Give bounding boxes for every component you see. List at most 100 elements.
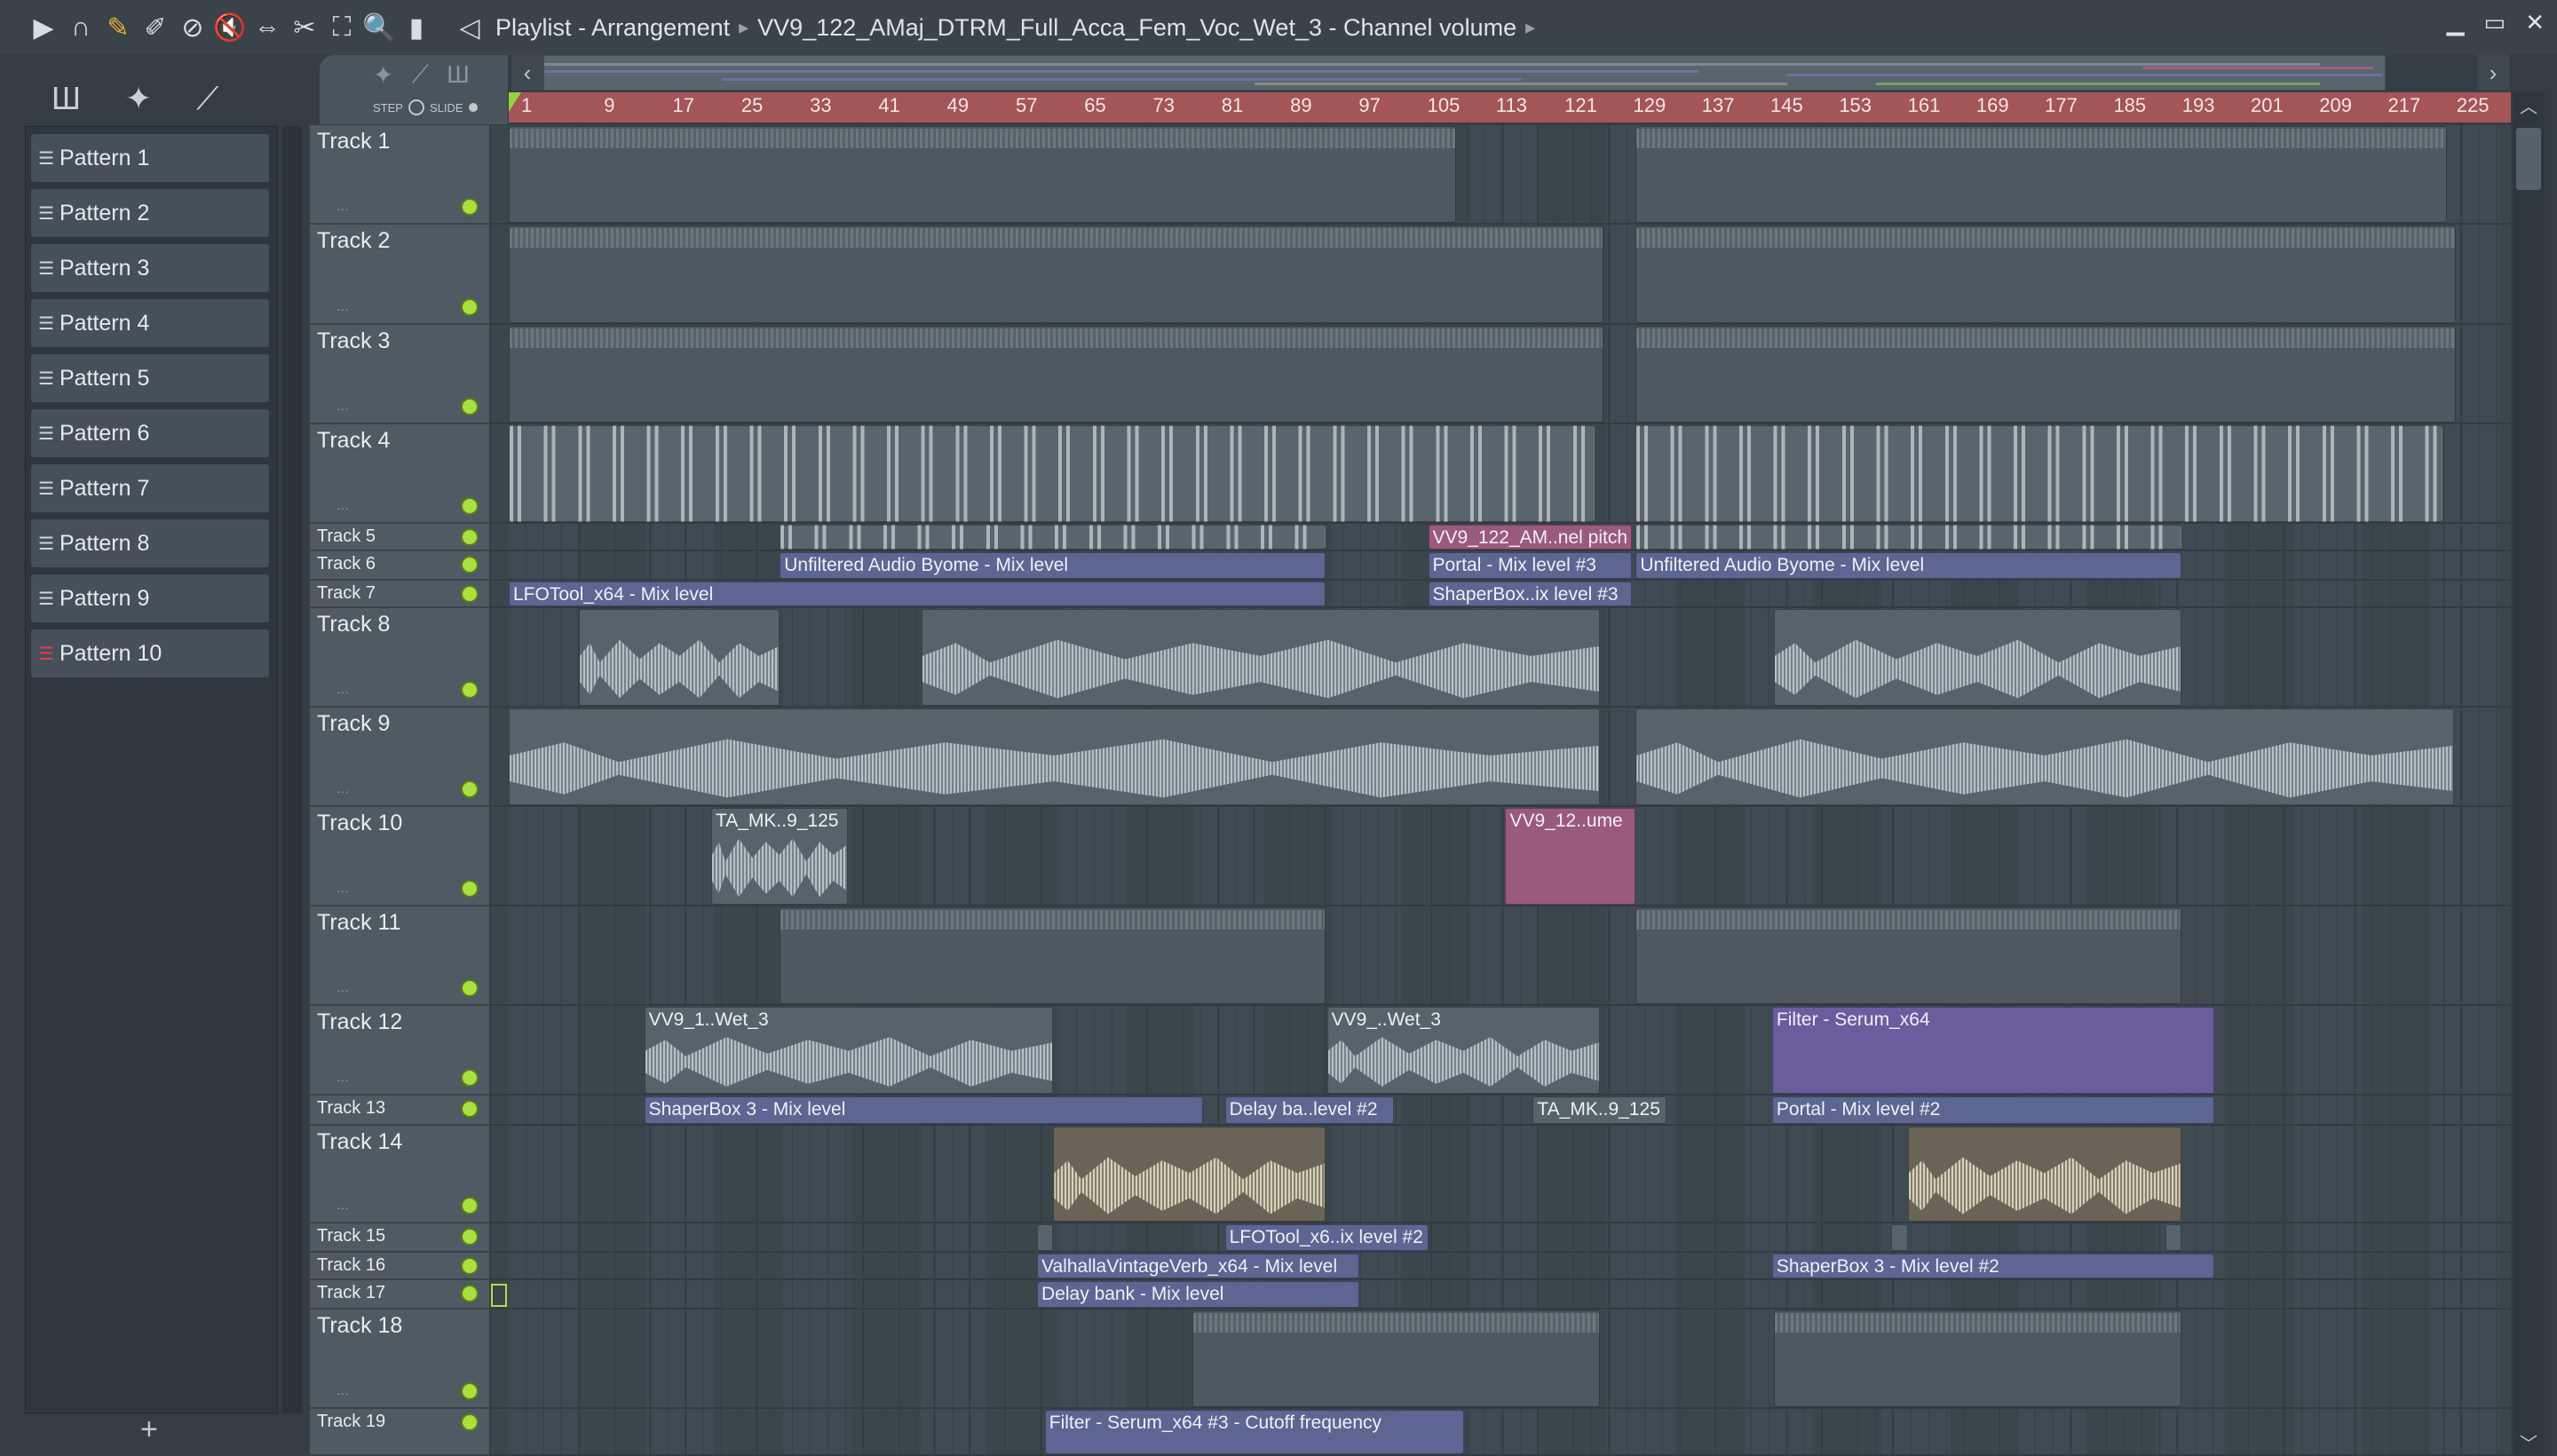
track-header[interactable]: Track 4 ··· [310, 424, 489, 524]
pattern-list-scrollbar[interactable] [282, 126, 302, 1413]
track-lane[interactable] [491, 608, 2511, 708]
track-mute-led[interactable] [461, 880, 479, 898]
slip-icon[interactable]: ⇔ [250, 10, 284, 45]
automation-clip[interactable]: VV9_12..ume [1505, 808, 1636, 905]
track-header[interactable]: Track 17 [310, 1280, 489, 1310]
track-lane[interactable] [491, 906, 2511, 1006]
scrollbar-thumb[interactable] [2516, 128, 2541, 190]
track-header[interactable]: Track 11 ··· [310, 906, 489, 1006]
audio-clip[interactable] [1635, 708, 2454, 805]
automation-clip[interactable]: VV9_122_AM..nel pitch [1428, 525, 1633, 550]
track-mute-led[interactable] [461, 1197, 479, 1215]
track-header[interactable]: Track 13 [310, 1096, 489, 1126]
pattern-item[interactable]: ☰ Pattern 10 [31, 629, 269, 677]
pencil-draw-icon[interactable]: ✎ [101, 10, 135, 45]
breadcrumb-target[interactable]: VV9_122_AMaj_DTRM_Full_Acca_Fem_Voc_Wet_… [757, 14, 1516, 42]
audio-clip[interactable] [2165, 1224, 2181, 1251]
minimize-button[interactable]: ▁ [2447, 9, 2465, 36]
pattern-item[interactable]: ☰ Pattern 6 [31, 409, 269, 457]
track-header[interactable]: Track 6 [310, 551, 489, 581]
automation-clip[interactable]: ShaperBox..ix level #3 [1428, 582, 1633, 606]
pattern-clip[interactable] [1635, 425, 2443, 522]
scroll-left-button[interactable]: ‹ [511, 55, 543, 91]
track-lane[interactable] [491, 424, 2511, 524]
playback-icon[interactable]: ▮ [400, 10, 433, 45]
track-header[interactable]: Track 2 ··· [310, 225, 489, 325]
mute-icon[interactable]: 🔇 [213, 10, 247, 45]
track-lane[interactable]: LFOTool_x64 - Mix level ShaperBox..ix lev… [491, 581, 2511, 608]
track-header[interactable]: Track 16 [310, 1253, 489, 1280]
select-icon[interactable]: ⛶ [325, 10, 359, 45]
track-lane[interactable] [491, 125, 2511, 225]
automation-clip[interactable]: ShaperBox 3 - Mix level #2 [1771, 1254, 2215, 1278]
track-header[interactable]: Track 15 [310, 1223, 489, 1253]
automation-icon[interactable]: ⟋ [196, 80, 218, 118]
track-mute-led[interactable] [461, 681, 479, 699]
automation-clip[interactable]: Delay ba..level #2 [1224, 1096, 1394, 1124]
pattern-clip[interactable] [509, 425, 1595, 522]
pattern-clip[interactable] [1635, 525, 2181, 550]
pattern-clip[interactable] [509, 326, 1603, 423]
pattern-clip[interactable] [1635, 126, 2448, 223]
track-header[interactable]: Track 14 ··· [310, 1126, 489, 1223]
delete-icon[interactable]: ⊘ [176, 10, 210, 45]
audio-clip[interactable]: VV9_..Wet_3 [1326, 1007, 1600, 1094]
audio-clip-icon[interactable]: ✦ [125, 80, 152, 118]
audio-clip[interactable] [1907, 1127, 2181, 1222]
automation-clip[interactable]: Portal - Mix level #2 [1771, 1096, 2215, 1124]
automation-clip[interactable]: Filter - Serum_x64 #3 - Cutoff frequency [1044, 1410, 1465, 1454]
track-lane[interactable]: TA_MK..9_125 VV9_12..ume [491, 807, 2511, 906]
chevron-right-icon[interactable]: ▸ [1525, 16, 1535, 39]
track-mute-led[interactable] [461, 528, 479, 546]
track-lane[interactable]: VV9_1..Wet_3 VV9_..Wet_3 Filter - Serum_x6… [491, 1006, 2511, 1096]
track-lane[interactable]: ValhallaVintageVerb_x64 - Mix level Shape… [491, 1253, 2511, 1280]
track-lane[interactable]: Filter - Serum_x64 #3 - Cutoff frequency [491, 1409, 2511, 1456]
scroll-up-button[interactable]: ︿ [2513, 92, 2545, 119]
track-mute-led[interactable] [461, 1257, 479, 1275]
zoom-icon[interactable]: 🔍 [362, 10, 396, 45]
pattern-clip[interactable] [1191, 1310, 1600, 1407]
paint-brush-icon[interactable]: ✐ [139, 10, 172, 45]
track-mute-led[interactable] [461, 497, 479, 515]
automation-clip[interactable]: Delay bank - Mix level [1037, 1281, 1360, 1308]
pattern-clip[interactable] [780, 525, 1326, 550]
close-button[interactable]: ✕ [2525, 9, 2545, 36]
track-mute-led[interactable] [461, 585, 479, 603]
track-header[interactable]: Track 7 [310, 581, 489, 608]
track-mute-led[interactable] [461, 1069, 479, 1087]
audio-clip[interactable]: TA_MK..9_125 [1532, 1096, 1667, 1124]
audio-clip[interactable] [579, 609, 780, 706]
playlist-grid[interactable]: VV9_122_AM..nel pitch Unfiltered Audio By… [491, 125, 2511, 1456]
timeline-ruler[interactable]: 1 9 17 25 33 41 49 57 65 73 81 89 97 105 113 121 129 137 1… [509, 92, 2511, 123]
pattern-clip[interactable] [509, 226, 1603, 323]
automation-clip[interactable]: Unfiltered Audio Byome - Mix level [780, 552, 1326, 579]
pattern-item[interactable]: ☰ Pattern 3 [31, 244, 269, 292]
audio-clip[interactable] [1891, 1224, 1908, 1251]
piano-filter-icon[interactable]: Ш [447, 60, 470, 90]
track-lane[interactable] [491, 1126, 2511, 1223]
track-mute-led[interactable] [461, 298, 479, 316]
magnet-snap-icon[interactable]: ∩ [64, 10, 98, 45]
track-header[interactable]: Track 5 [310, 524, 489, 551]
track-lane[interactable]: VV9_122_AM..nel pitch [491, 524, 2511, 551]
pattern-item[interactable]: ☰ Pattern 1 [31, 134, 269, 182]
track-mute-led[interactable] [461, 979, 479, 997]
track-lane[interactable]: Unfiltered Audio Byome - Mix level Portal… [491, 551, 2511, 581]
track-header[interactable]: Track 10 ··· [310, 807, 489, 906]
audio-clip[interactable]: VV9_1..Wet_3 [644, 1007, 1054, 1094]
automation-clip[interactable]: ValhallaVintageVerb_x64 - Mix level [1037, 1254, 1360, 1278]
track-mute-led[interactable] [461, 1413, 479, 1431]
track-lane[interactable]: ShaperBox 3 - Mix level Delay ba..level #… [491, 1096, 2511, 1126]
playhead-marker[interactable] [509, 92, 521, 112]
audio-clip[interactable] [1053, 1127, 1326, 1222]
track-mute-led[interactable] [461, 780, 479, 798]
automation-clip[interactable]: Portal - Mix level #3 [1428, 552, 1633, 579]
pattern-item[interactable]: ☰ Pattern 2 [31, 189, 269, 237]
arrangement-overview-scrollbar[interactable] [543, 55, 2386, 91]
automation-clip[interactable]: Unfiltered Audio Byome - Mix level [1635, 552, 2181, 579]
automation-clip[interactable]: LFOTool_x6..ix level #2 [1224, 1224, 1429, 1251]
track-mute-led[interactable] [461, 1382, 479, 1400]
pattern-item[interactable]: ☰ Pattern 4 [31, 299, 269, 347]
automation-filter-icon[interactable]: ⟋ [411, 60, 429, 90]
track-17-selector[interactable] [491, 1284, 507, 1307]
